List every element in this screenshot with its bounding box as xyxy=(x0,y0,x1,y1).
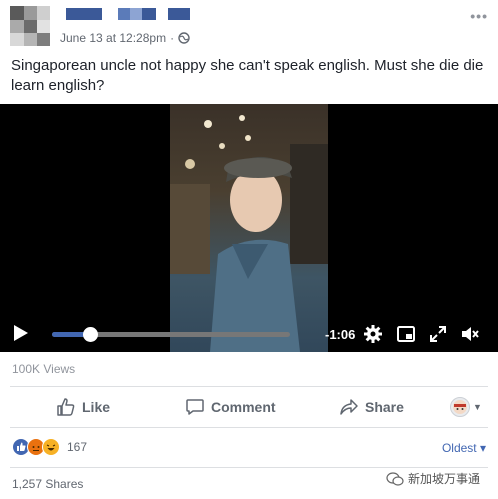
more-options-button[interactable]: ••• xyxy=(470,8,488,24)
video-player[interactable]: -1:06 xyxy=(0,104,498,352)
play-icon[interactable] xyxy=(14,325,28,341)
divider xyxy=(10,427,488,428)
video-frame xyxy=(170,104,328,352)
post-meta: June 13 at 12:28pm · xyxy=(60,31,190,45)
view-count: 100K Views xyxy=(12,362,76,376)
reaction-count: 167 xyxy=(67,440,88,454)
settings-gear-icon[interactable] xyxy=(363,324,383,344)
divider xyxy=(10,467,488,468)
wechat-icon xyxy=(386,471,404,486)
post-caption: Singaporean uncle not happy she can't sp… xyxy=(11,57,484,94)
volume-icon[interactable] xyxy=(460,324,480,344)
picture-in-picture-icon[interactable] xyxy=(396,324,416,344)
share-label: Share xyxy=(365,399,404,415)
share-button[interactable]: Share xyxy=(339,392,404,422)
comment-button[interactable]: Comment xyxy=(185,392,276,422)
divider xyxy=(10,386,488,387)
chevron-down-icon[interactable]: ▼ xyxy=(473,402,482,412)
author-name[interactable] xyxy=(66,8,196,20)
video-scrubber-handle[interactable] xyxy=(83,327,99,342)
like-label: Like xyxy=(82,399,111,415)
like-button[interactable]: Like xyxy=(56,392,110,422)
share-count[interactable]: 1,257 Shares xyxy=(12,477,83,491)
action-bar: Like Comment Share xyxy=(0,392,498,422)
face-icon xyxy=(453,400,467,414)
share-arrow-icon xyxy=(340,399,358,415)
comment-sort-dropdown[interactable]: Oldest ▾ xyxy=(442,441,486,455)
share-as-avatar[interactable] xyxy=(450,397,470,417)
avatar[interactable] xyxy=(10,6,50,46)
video-scene-image xyxy=(170,115,328,352)
comment-label: Comment xyxy=(211,399,276,415)
comment-bubble-icon xyxy=(186,399,204,415)
video-progress-bar[interactable] xyxy=(52,327,290,342)
watermark-text: 新加坡万事通 xyxy=(408,472,481,486)
watermark: 新加坡万事通 xyxy=(386,470,480,487)
video-controls: -1:06 xyxy=(0,316,498,352)
meta-separator: · xyxy=(170,31,175,45)
thumbs-up-icon xyxy=(57,398,75,416)
post-timestamp[interactable]: June 13 at 12:28pm xyxy=(60,31,166,45)
reactions-summary[interactable]: 167 xyxy=(12,438,87,456)
fullscreen-icon[interactable] xyxy=(428,324,448,344)
haha-reaction-icon xyxy=(42,438,60,456)
time-remaining: -1:06 xyxy=(325,327,356,342)
globe-icon xyxy=(178,32,190,44)
post-header: June 13 at 12:28pm · ••• xyxy=(0,0,498,50)
